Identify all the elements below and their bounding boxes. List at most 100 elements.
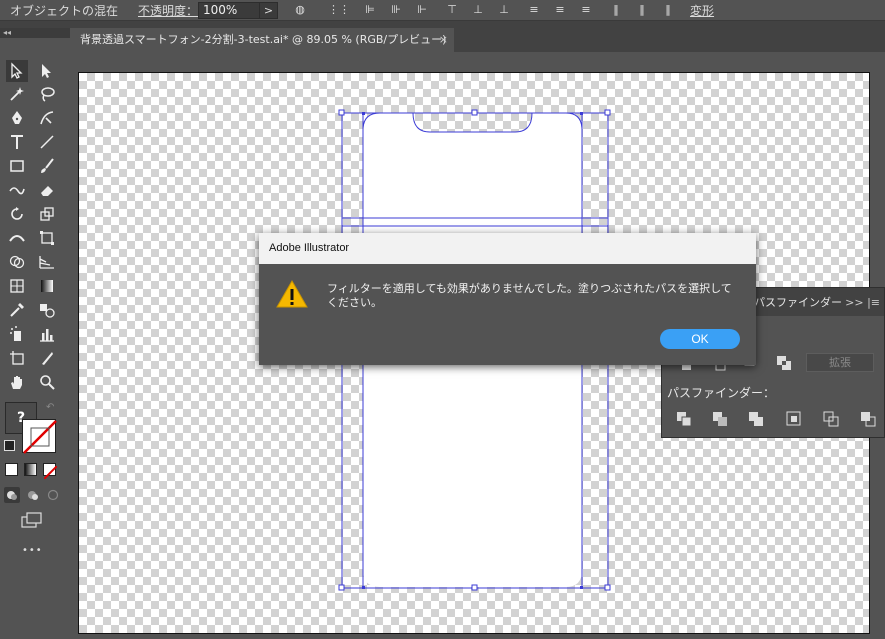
selection-arrow-icon xyxy=(11,62,23,79)
align-to-icon[interactable]: ⋮⋮ xyxy=(328,3,350,17)
shaper-tool[interactable] xyxy=(6,179,28,201)
opacity-label[interactable]: 不透明度： xyxy=(138,2,198,19)
edit-toolbar-button[interactable]: ••• xyxy=(22,545,43,556)
slice-knife-icon xyxy=(42,352,53,365)
expand-button[interactable]: 拡張 xyxy=(806,353,874,372)
none-mode-button[interactable] xyxy=(43,463,58,480)
gradient-tool[interactable] xyxy=(36,275,58,297)
shaper-icon xyxy=(9,187,25,195)
screen-mode-button[interactable] xyxy=(20,512,44,528)
pathfinders-label: パスファインダー： xyxy=(667,386,776,400)
screen-mode-icon xyxy=(21,512,42,528)
direct-selection-tool[interactable] xyxy=(36,60,58,82)
hand-tool[interactable] xyxy=(6,371,28,393)
type-tool[interactable] xyxy=(6,131,28,153)
perspective-grid-tool[interactable] xyxy=(36,251,58,273)
magic-wand-tool[interactable] xyxy=(6,83,28,105)
align-vertical-center-icon[interactable]: ⊥ xyxy=(470,3,486,17)
align-bottom-icon[interactable]: ⊥ xyxy=(496,3,512,17)
slice-tool[interactable] xyxy=(36,347,58,369)
direct-selection-arrow-icon xyxy=(42,64,51,78)
pathfinder-minus-back-icon[interactable] xyxy=(860,411,876,427)
shape-builder-tool[interactable] xyxy=(6,251,28,273)
zoom-tool[interactable] xyxy=(36,371,58,393)
gradient-icon xyxy=(41,280,53,292)
draw-normal-icon xyxy=(7,491,17,500)
blend-tool[interactable] xyxy=(36,299,58,321)
eyedropper-icon xyxy=(10,303,24,317)
gradient-mode-button[interactable] xyxy=(24,463,37,476)
line-segment-icon xyxy=(40,135,54,149)
pen-icon xyxy=(12,111,22,124)
opacity-dropdown-button[interactable]: > xyxy=(260,1,279,19)
width-tool[interactable] xyxy=(6,227,28,249)
align-top-icon[interactable]: ⊤ xyxy=(444,3,460,17)
curvature-tool[interactable] xyxy=(36,107,58,129)
default-fill-stroke-icon[interactable] xyxy=(4,440,15,451)
pathfinder-divide-icon[interactable] xyxy=(676,411,692,427)
line-segment-tool[interactable] xyxy=(36,131,58,153)
magic-wand-icon xyxy=(10,87,24,101)
curvature-pen-icon xyxy=(40,111,54,125)
document-tab-title: 背景透過スマートフォン-2分割-3-test.ai* @ 89.05 % (RG… xyxy=(80,33,447,46)
dialog-message: フィルターを適用しても効果がありませんでした。塗りつぶされたパスを選択してくださ… xyxy=(327,282,732,309)
color-mode-button[interactable] xyxy=(5,463,18,476)
symbol-sprayer-tool[interactable] xyxy=(6,323,28,345)
close-tab-icon[interactable]: × xyxy=(439,28,448,52)
pathfinder-tab[interactable]: パスファインダー xyxy=(754,290,842,316)
type-t-icon xyxy=(11,135,23,149)
paintbrush-tool[interactable] xyxy=(36,155,58,177)
distribute-vcenter-icon[interactable]: ≡ xyxy=(552,3,568,17)
pathfinder-outline-icon[interactable] xyxy=(823,411,839,427)
artboard-tool[interactable] xyxy=(6,347,28,369)
no-stroke-slash-icon xyxy=(23,420,57,454)
tab-strip-background xyxy=(0,21,885,28)
column-graph-tool[interactable] xyxy=(36,323,58,345)
rectangle-tool[interactable] xyxy=(6,155,28,177)
perspective-grid-icon xyxy=(39,256,54,269)
shape-mode-exclude-icon[interactable] xyxy=(776,355,792,371)
swap-fill-stroke-icon[interactable]: ↶ xyxy=(46,402,58,414)
recolor-artwork-icon[interactable]: ◍ xyxy=(292,3,308,17)
selection-tool[interactable] xyxy=(6,60,28,82)
free-transform-tool[interactable] xyxy=(36,227,58,249)
draw-behind-button[interactable] xyxy=(25,487,41,503)
draw-inside-button[interactable] xyxy=(45,487,61,503)
panel-menu-button[interactable]: >> |≡ xyxy=(845,290,880,316)
alert-dialog: Adobe Illustrator フィルターを適用しても効果がありませんでした… xyxy=(259,233,756,365)
document-tab[interactable]: 背景透過スマートフォン-2分割-3-test.ai* @ 89.05 % (RG… xyxy=(70,28,454,52)
pathfinder-crop-icon[interactable] xyxy=(786,411,802,427)
rectangle-icon xyxy=(10,160,24,172)
distribute-left-icon[interactable]: ‖ xyxy=(608,3,624,17)
distribute-hcenter-icon[interactable]: ‖ xyxy=(634,3,650,17)
distribute-top-icon[interactable]: ≡ xyxy=(526,3,542,17)
draw-inside-icon xyxy=(47,489,59,501)
draw-normal-button[interactable] xyxy=(4,487,20,503)
mesh-tool[interactable] xyxy=(6,275,28,297)
draw-behind-icon xyxy=(28,491,38,500)
tools-panel: ◂◂ ? ↶ ••• xyxy=(0,28,70,639)
opacity-input[interactable]: 100% xyxy=(198,1,261,19)
pathfinder-merge-icon[interactable] xyxy=(748,411,764,427)
distribute-right-icon[interactable]: ‖ xyxy=(660,3,676,17)
pen-tool[interactable] xyxy=(6,107,28,129)
zoom-magnifier-icon xyxy=(40,375,55,390)
scale-tool[interactable] xyxy=(36,203,58,225)
pathfinder-trim-icon[interactable] xyxy=(712,411,728,427)
align-horizontal-center-icon[interactable]: ⊪ xyxy=(388,3,404,17)
hand-icon xyxy=(11,376,22,389)
control-bar: オブジェクトの混在 不透明度： 100% > ◍ ⋮⋮ ⊫ ⊪ ⊩ ⊤ ⊥ ⊥ … xyxy=(0,0,885,21)
stroke-swatch[interactable] xyxy=(22,419,57,454)
blend-mode-label: オブジェクトの混在 xyxy=(10,3,119,18)
warning-icon xyxy=(276,279,308,308)
eyedropper-tool[interactable] xyxy=(6,299,28,321)
align-right-icon[interactable]: ⊩ xyxy=(414,3,430,17)
ok-button[interactable]: OK xyxy=(660,329,740,349)
eraser-tool[interactable] xyxy=(36,179,58,201)
transform-label[interactable]: 変形 xyxy=(690,2,714,19)
align-left-icon[interactable]: ⊫ xyxy=(362,3,378,17)
lasso-tool[interactable] xyxy=(36,83,58,105)
rotate-tool[interactable] xyxy=(6,203,28,225)
toolbar-collapse-button[interactable]: ◂◂ xyxy=(0,28,70,38)
distribute-bottom-icon[interactable]: ≡ xyxy=(578,3,594,17)
